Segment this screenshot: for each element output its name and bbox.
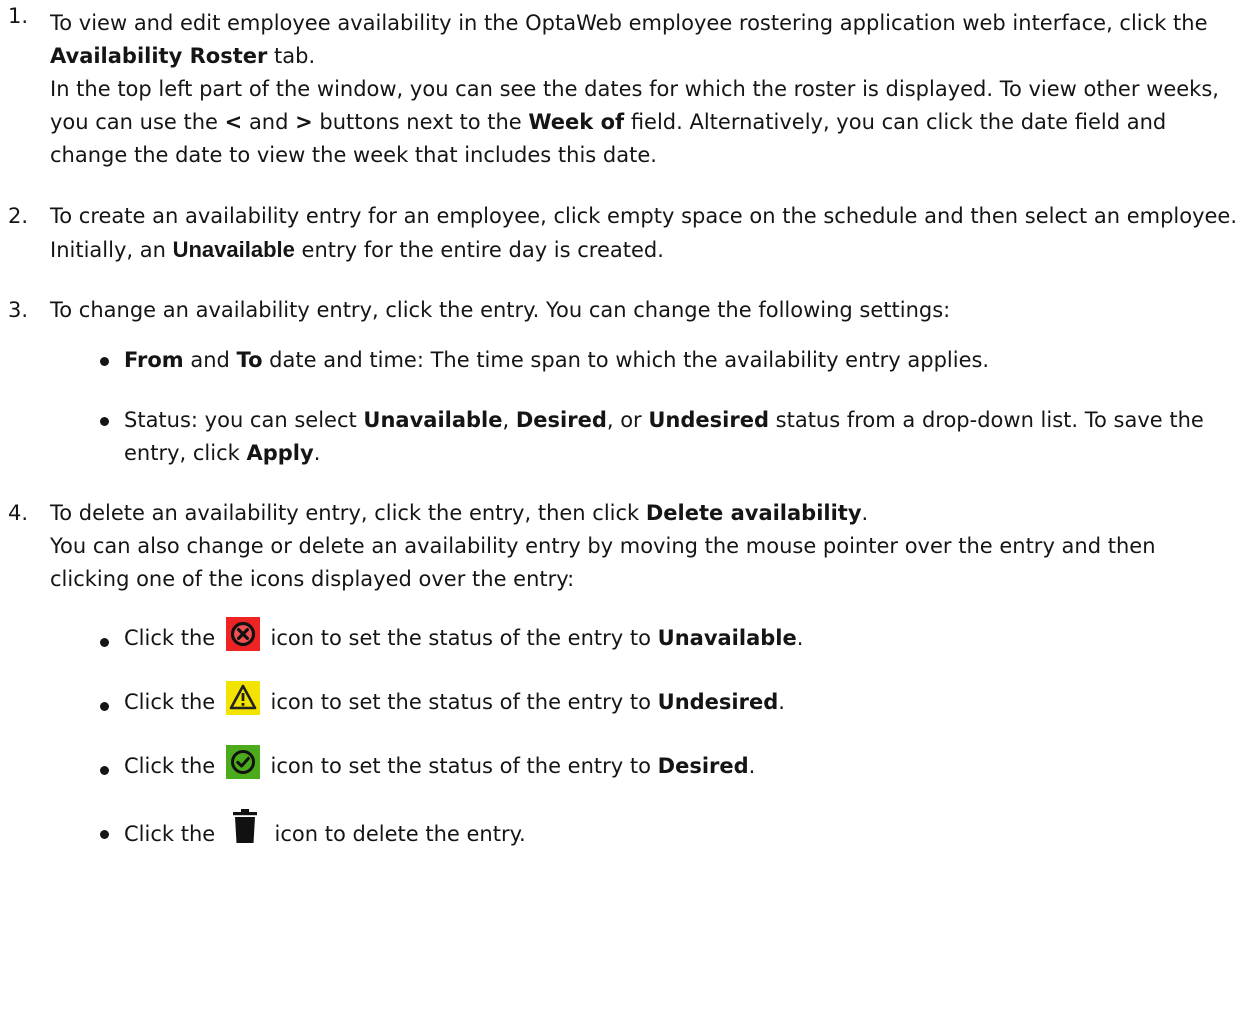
bullet-dot [100,702,109,711]
step-3-bullets: From and To date and time: The time span… [0,344,1241,470]
list-item: Status: you can select Unavailable, Desi… [74,404,1241,470]
bullet-dot [100,766,109,775]
step-1-detail: In the top left part of the window, you … [50,77,1219,167]
list-item: Click the icon to delete the entry. [74,808,1241,856]
bullet-dot [100,417,109,426]
prev-week-glyph: < [224,110,243,134]
week-of-label: Week of [528,110,625,134]
delete-availability-label: Delete availability [645,501,862,525]
availability-roster-label: Availability Roster [50,44,268,68]
unavailable-label: Unavailable [172,237,295,262]
step-number: 3. [8,298,29,322]
list-item: Click the icon to set the status of the … [74,680,1241,724]
step-4-instruction: To delete an availability entry, click t… [50,501,869,525]
step-4-detail: You can also change or delete an availab… [50,534,1156,591]
step-4-bullets: Click the icon to set the status of the … [0,616,1241,856]
unavailable-icon [225,617,260,651]
list-item: Click the icon to set the status of the … [74,616,1241,660]
step-2-instruction: To create an availability entry for an e… [50,204,1238,262]
step-number: 1. [8,4,29,28]
list-item: From and To date and time: The time span… [74,344,1241,377]
step-1-instruction: To view and edit employee availability i… [50,11,1208,68]
step-3-instruction: To change an availability entry, click t… [50,298,951,322]
bullet-dot [100,830,109,839]
trash-icon [232,808,258,844]
procedure-steps: 1. To view and edit employee availabilit… [0,0,1241,856]
next-week-glyph: > [295,110,313,134]
list-item: Click the icon to set the status of the … [74,744,1241,788]
step-1: 1. To view and edit employee availabilit… [0,0,1241,172]
settings-list: From and To date and time: The time span… [0,344,1241,470]
step-number: 2. [8,204,29,228]
document-body: 1. To view and edit employee availabilit… [0,0,1241,856]
step-number: 4. [8,501,29,525]
desired-icon [225,745,260,779]
step-2: 2. To create an availability entry for a… [0,200,1241,267]
step-4: 4. To delete an availability entry, clic… [0,497,1241,596]
step-3: 3. To change an availability entry, clic… [0,294,1241,327]
undesired-icon [225,681,260,715]
bullet-dot [100,638,109,647]
bullet-dot [100,357,109,366]
icon-list: Click the icon to set the status of the … [0,616,1241,856]
